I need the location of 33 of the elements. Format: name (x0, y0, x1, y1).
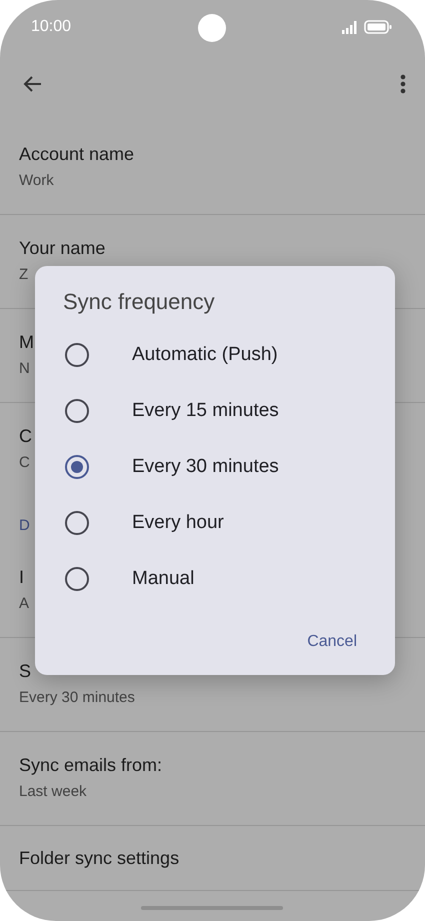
setting-title: M (19, 331, 34, 354)
more-options-icon[interactable] (399, 72, 407, 96)
option-label[interactable]: Every 30 minutes (132, 456, 279, 478)
clock-time: 10:00 (31, 18, 72, 36)
option-label[interactable]: Manual (132, 568, 194, 590)
setting-value: N (19, 359, 30, 379)
radio-button[interactable] (65, 511, 89, 535)
radio-button[interactable] (65, 455, 89, 479)
dialog-title: Sync frequency (63, 288, 215, 316)
setting-title: Account name (19, 143, 134, 166)
setting-value: Every 30 minutes (19, 688, 135, 708)
cancel-button[interactable]: Cancel (293, 622, 371, 662)
setting-title: S (19, 660, 32, 683)
camera-cutout (198, 14, 226, 42)
setting-value: Last week (19, 782, 87, 802)
setting-value: Work (19, 171, 54, 191)
setting-title: Folder sync settings (19, 847, 180, 870)
setting-title: Your name (19, 237, 106, 260)
setting-title: C (19, 425, 32, 448)
setting-value: C (19, 453, 30, 473)
radio-button[interactable] (65, 399, 89, 423)
radio-button[interactable] (65, 343, 89, 367)
option-label[interactable]: Every hour (132, 512, 224, 534)
setting-title: Sync emails from: (19, 754, 162, 777)
option-label[interactable]: Every 15 minutes (132, 400, 279, 422)
option-label[interactable]: Automatic (Push) (132, 344, 278, 366)
radio-button[interactable] (65, 567, 89, 591)
setting-value: Z (19, 265, 28, 285)
setting-value: A (19, 594, 30, 614)
battery-icon (364, 20, 392, 34)
signal-icon (342, 20, 359, 34)
section-header: D (19, 516, 30, 536)
setting-title: I (19, 566, 24, 589)
